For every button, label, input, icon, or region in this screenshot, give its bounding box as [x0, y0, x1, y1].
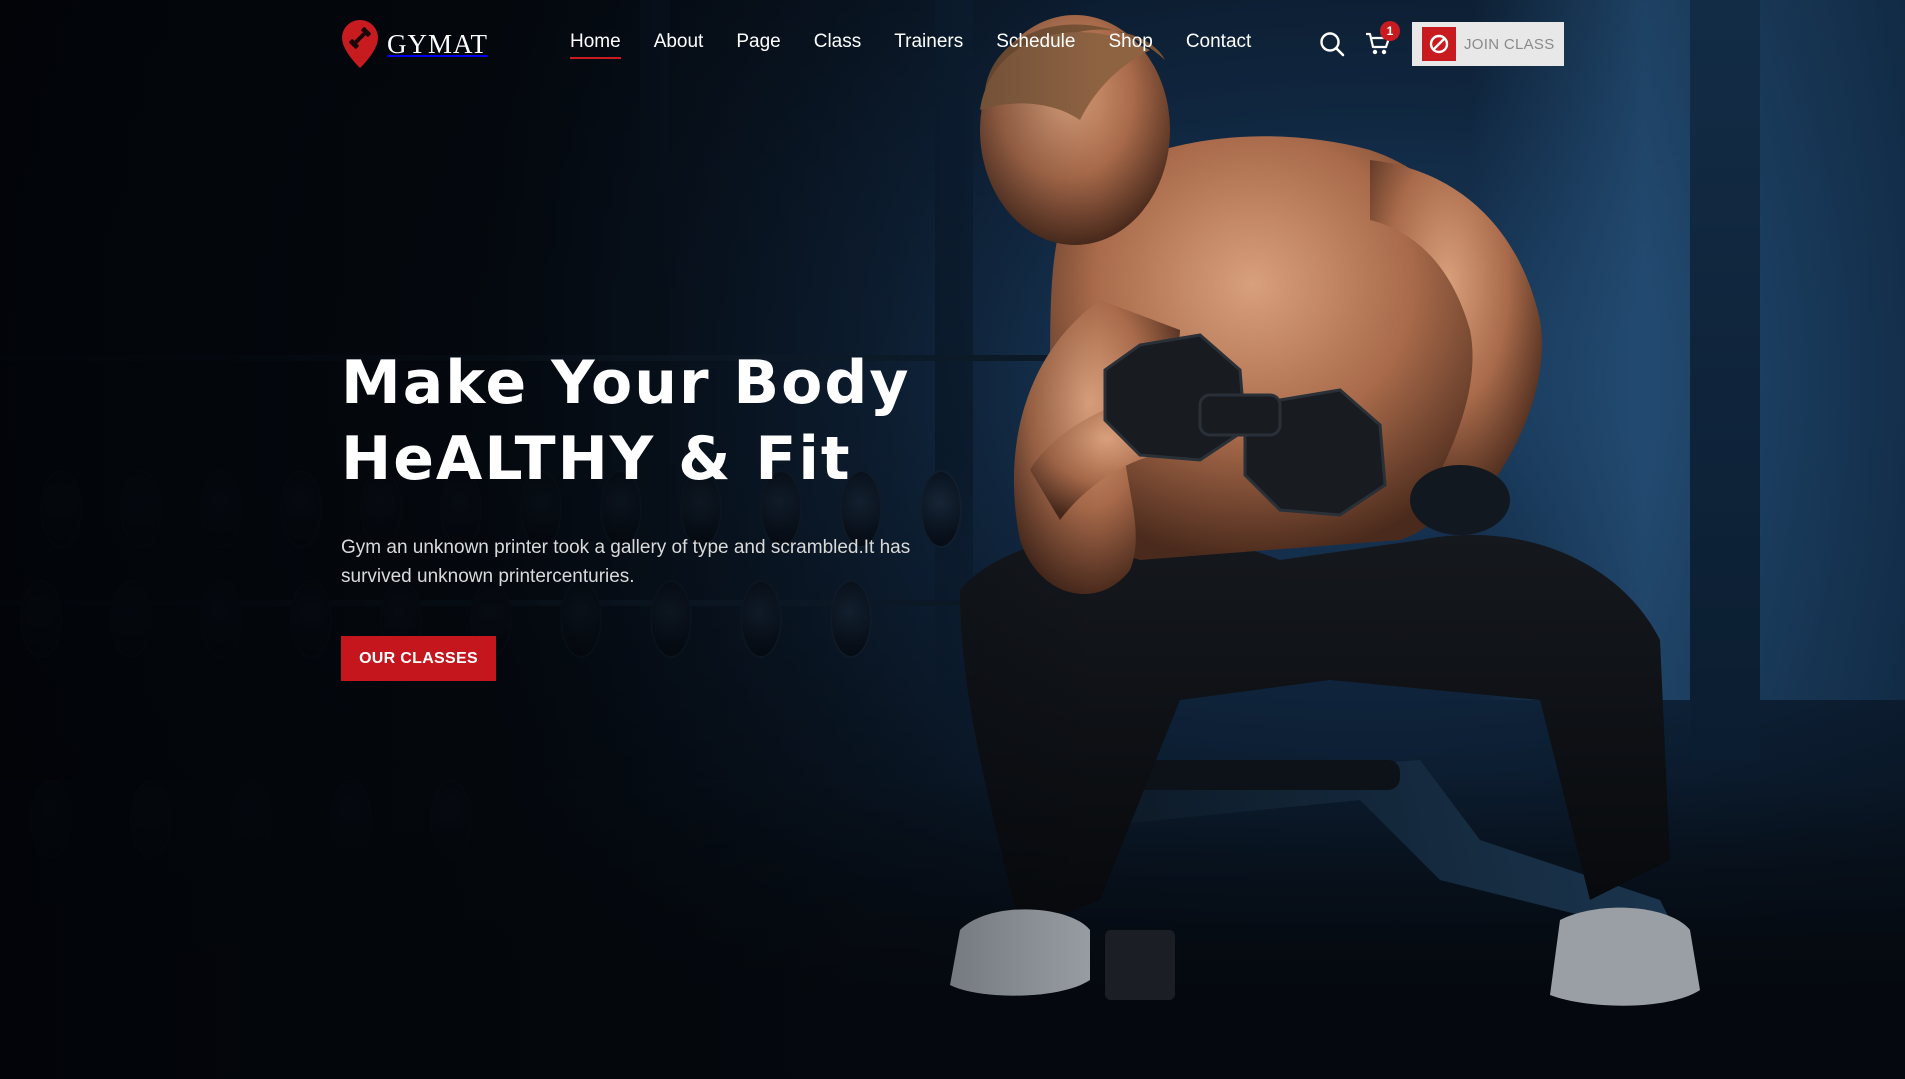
main-nav: Home About Page Class Trainers Schedule … — [570, 31, 1284, 59]
dumbbell-pin-icon — [342, 20, 378, 68]
cart-count-badge: 1 — [1380, 21, 1400, 41]
nav-trainers[interactable]: Trainers — [894, 31, 963, 59]
nav-schedule[interactable]: Schedule — [996, 31, 1075, 59]
nav-page[interactable]: Page — [736, 31, 780, 59]
nav-about[interactable]: About — [654, 31, 704, 59]
hero-title-line-2: HeALTHY & Fit — [341, 424, 852, 494]
nav-home[interactable]: Home — [570, 31, 621, 59]
hero-title-line-1: Make Your Body — [341, 348, 911, 418]
hero-description: Gym an unknown printer took a gallery of… — [341, 537, 911, 587]
site-header: GYMAT Home About Page Class Trainers Sch… — [0, 0, 1905, 92]
our-classes-button[interactable]: OUR CLASSES — [341, 636, 496, 681]
nav-shop[interactable]: Shop — [1108, 31, 1152, 59]
brand-name: GYMAT — [387, 28, 489, 59]
join-class-button[interactable]: JOIN CLASS — [1412, 22, 1564, 66]
nav-contact[interactable]: Contact — [1186, 31, 1251, 59]
search-icon[interactable] — [1318, 30, 1346, 58]
join-class-icon — [1422, 27, 1456, 61]
nav-class[interactable]: Class — [814, 31, 862, 59]
hero-title: Make Your Body HeALTHY & Fit — [341, 345, 1041, 497]
join-class-label: JOIN CLASS — [1464, 35, 1555, 53]
brand-logo[interactable]: GYMAT — [341, 19, 488, 69]
